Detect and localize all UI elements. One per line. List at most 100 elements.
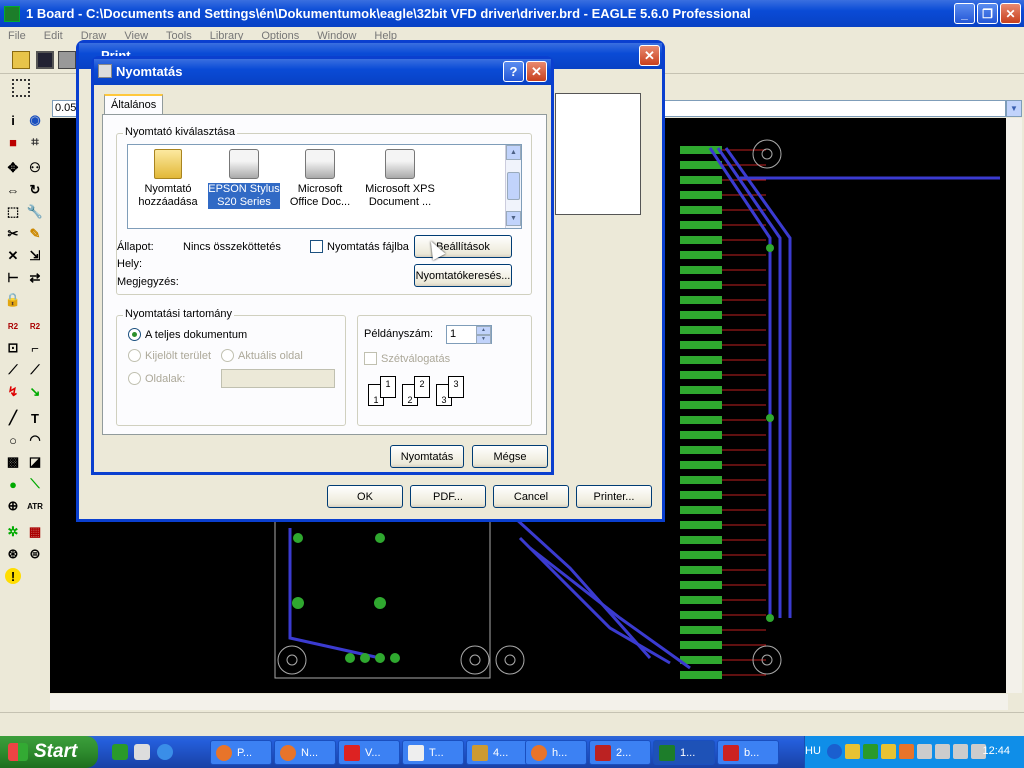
miter-icon[interactable]: ⌐ xyxy=(27,340,43,356)
errors-icon[interactable]: ⊜ xyxy=(27,546,43,562)
nyomtatas-cancel-button[interactable]: Mégse xyxy=(472,445,548,468)
pdf-button[interactable]: PDF... xyxy=(410,485,486,508)
tray-sr-icon[interactable] xyxy=(845,744,860,759)
copy-icon[interactable]: ⚇ xyxy=(27,160,43,176)
printer-item-epson[interactable]: EPSON Stylus S20 Series xyxy=(208,149,280,209)
help-button[interactable]: ? xyxy=(503,61,524,82)
smash-icon[interactable]: ⊡ xyxy=(5,340,21,356)
tray-arrow-icon[interactable] xyxy=(827,744,842,759)
signal-icon[interactable]: ⟍ xyxy=(27,476,43,492)
scroll-down-icon[interactable]: ▼ xyxy=(506,211,521,226)
split-wire-icon[interactable]: ⟋ xyxy=(5,362,21,378)
paste-icon[interactable]: ✂ xyxy=(5,226,21,242)
cut-icon[interactable]: ✕ xyxy=(5,248,21,264)
scroll-up-icon[interactable]: ▲ xyxy=(506,145,521,160)
add-icon[interactable]: ⇲ xyxy=(27,248,43,264)
name-icon[interactable]: R2 xyxy=(5,318,21,334)
menu-file[interactable]: File xyxy=(8,30,26,42)
printer-list-scrollbar[interactable]: ▲ ▼ xyxy=(505,145,521,228)
value-icon[interactable]: R2 xyxy=(27,318,43,334)
printer-item-office[interactable]: Microsoft Office Doc... xyxy=(284,149,356,209)
rect-icon[interactable]: ▩ xyxy=(5,454,21,470)
warning-icon[interactable]: ! xyxy=(5,568,21,584)
taskbar-item-5[interactable]: 4... xyxy=(466,740,528,765)
command-dropdown-arrow-icon[interactable]: ▼ xyxy=(1006,100,1022,117)
route-icon[interactable]: ↯ xyxy=(5,384,21,400)
polygon-icon[interactable]: ◪ xyxy=(27,454,43,470)
info-icon[interactable]: i xyxy=(5,112,21,128)
taskbar-item-1[interactable]: P... xyxy=(210,740,272,765)
range-current-radio[interactable] xyxy=(221,349,234,362)
grid-icon[interactable] xyxy=(12,79,30,97)
menu-edit[interactable]: Edit xyxy=(44,30,63,42)
tray-network-icon[interactable] xyxy=(953,744,968,759)
split-icon[interactable]: ⊢ xyxy=(5,270,21,286)
taskbar-item-2[interactable]: N... xyxy=(274,740,336,765)
close-button[interactable]: ✕ xyxy=(1000,3,1021,24)
tray-sr-icon[interactable] xyxy=(917,744,932,759)
print-to-file-checkbox[interactable] xyxy=(310,240,323,253)
quicklaunch-eagle-icon[interactable] xyxy=(112,744,128,760)
replace-icon[interactable]: ⇄ xyxy=(27,270,43,286)
pages-input[interactable] xyxy=(221,369,335,388)
circle-icon[interactable]: ○ xyxy=(5,432,21,448)
taskbar-item-7[interactable]: 2... xyxy=(589,740,651,765)
lock-icon[interactable]: 🔒 xyxy=(5,292,21,308)
open-icon[interactable] xyxy=(12,51,30,69)
ratsnest-icon[interactable]: ✲ xyxy=(5,524,21,540)
drc-icon[interactable]: ⊛ xyxy=(5,546,21,562)
change-icon[interactable]: 🔧 xyxy=(27,204,43,220)
quicklaunch-ie-icon[interactable] xyxy=(157,744,173,760)
horizontal-scrollbar[interactable] xyxy=(50,694,1008,710)
tray-eagle-icon[interactable] xyxy=(863,744,878,759)
nyomtatas-close-button[interactable]: ✕ xyxy=(526,61,547,82)
cancel-button[interactable]: Cancel xyxy=(493,485,569,508)
ripup-icon[interactable]: ↘ xyxy=(27,384,43,400)
range-all-radio[interactable] xyxy=(128,328,141,341)
print-dialog-close-button[interactable]: ✕ xyxy=(639,45,660,66)
hole-icon[interactable]: ⊕ xyxy=(5,498,21,514)
mark-icon[interactable]: ⌗ xyxy=(27,134,43,150)
tray-app-icon[interactable] xyxy=(881,744,896,759)
printer-item-xps[interactable]: Microsoft XPS Document ... xyxy=(360,149,440,209)
language-indicator[interactable]: HU xyxy=(805,745,821,757)
range-pages-radio[interactable] xyxy=(128,372,141,385)
vertical-scrollbar[interactable] xyxy=(1006,118,1022,693)
tray-app-icon[interactable] xyxy=(899,744,914,759)
command-line-input[interactable] xyxy=(663,100,1006,117)
via-icon[interactable]: ● xyxy=(5,476,21,492)
taskbar-item-3[interactable]: V... xyxy=(338,740,400,765)
tab-general[interactable]: Általános xyxy=(104,94,164,114)
minimize-button[interactable]: _ xyxy=(954,3,975,24)
copies-spin-icon[interactable]: ▲ ▼ xyxy=(476,326,491,344)
print-icon[interactable] xyxy=(58,51,76,69)
wire-icon[interactable]: ╱ xyxy=(5,410,21,426)
group-icon[interactable]: ⬚ xyxy=(5,204,21,220)
display-icon[interactable]: ■ xyxy=(5,134,21,150)
mirror-icon[interactable]: ⇔ xyxy=(5,182,21,198)
printer-item-add[interactable]: Nyomtató hozzáadása xyxy=(132,149,204,209)
taskbar-item-9[interactable]: b... xyxy=(717,740,779,765)
save-icon[interactable] xyxy=(36,51,54,69)
ok-button[interactable]: OK xyxy=(327,485,403,508)
arc-icon[interactable]: ◠ xyxy=(27,432,43,448)
show-icon[interactable]: ◉ xyxy=(27,112,43,128)
text-icon[interactable]: T xyxy=(27,410,43,426)
taskbar-item-6[interactable]: h... xyxy=(525,740,587,765)
autorouter-icon[interactable]: ▦ xyxy=(27,524,43,540)
restore-button[interactable]: ❐ xyxy=(977,3,998,24)
range-selection-radio[interactable] xyxy=(128,349,141,362)
taskbar-item-8[interactable]: 1... xyxy=(653,740,715,765)
tray-sr-icon[interactable] xyxy=(935,744,950,759)
attribute-icon[interactable]: ATR xyxy=(27,498,43,514)
nyomtatas-dialog-titlebar[interactable]: Nyomtatás xyxy=(94,59,551,85)
optimize-icon[interactable]: ⟋ xyxy=(27,362,43,378)
printer-button[interactable]: Printer... xyxy=(576,485,652,508)
collate-checkbox[interactable] xyxy=(364,352,377,365)
find-printer-button[interactable]: Nyomtatókeresés... xyxy=(414,264,512,287)
rotate-icon[interactable]: ↻ xyxy=(27,182,43,198)
start-button[interactable]: Start xyxy=(0,736,98,768)
quicklaunch-explorer-icon[interactable] xyxy=(134,744,150,760)
delete-icon[interactable]: ✎ xyxy=(27,226,43,242)
printer-list[interactable]: Nyomtató hozzáadása EPSON Stylus S20 Ser… xyxy=(127,144,522,229)
